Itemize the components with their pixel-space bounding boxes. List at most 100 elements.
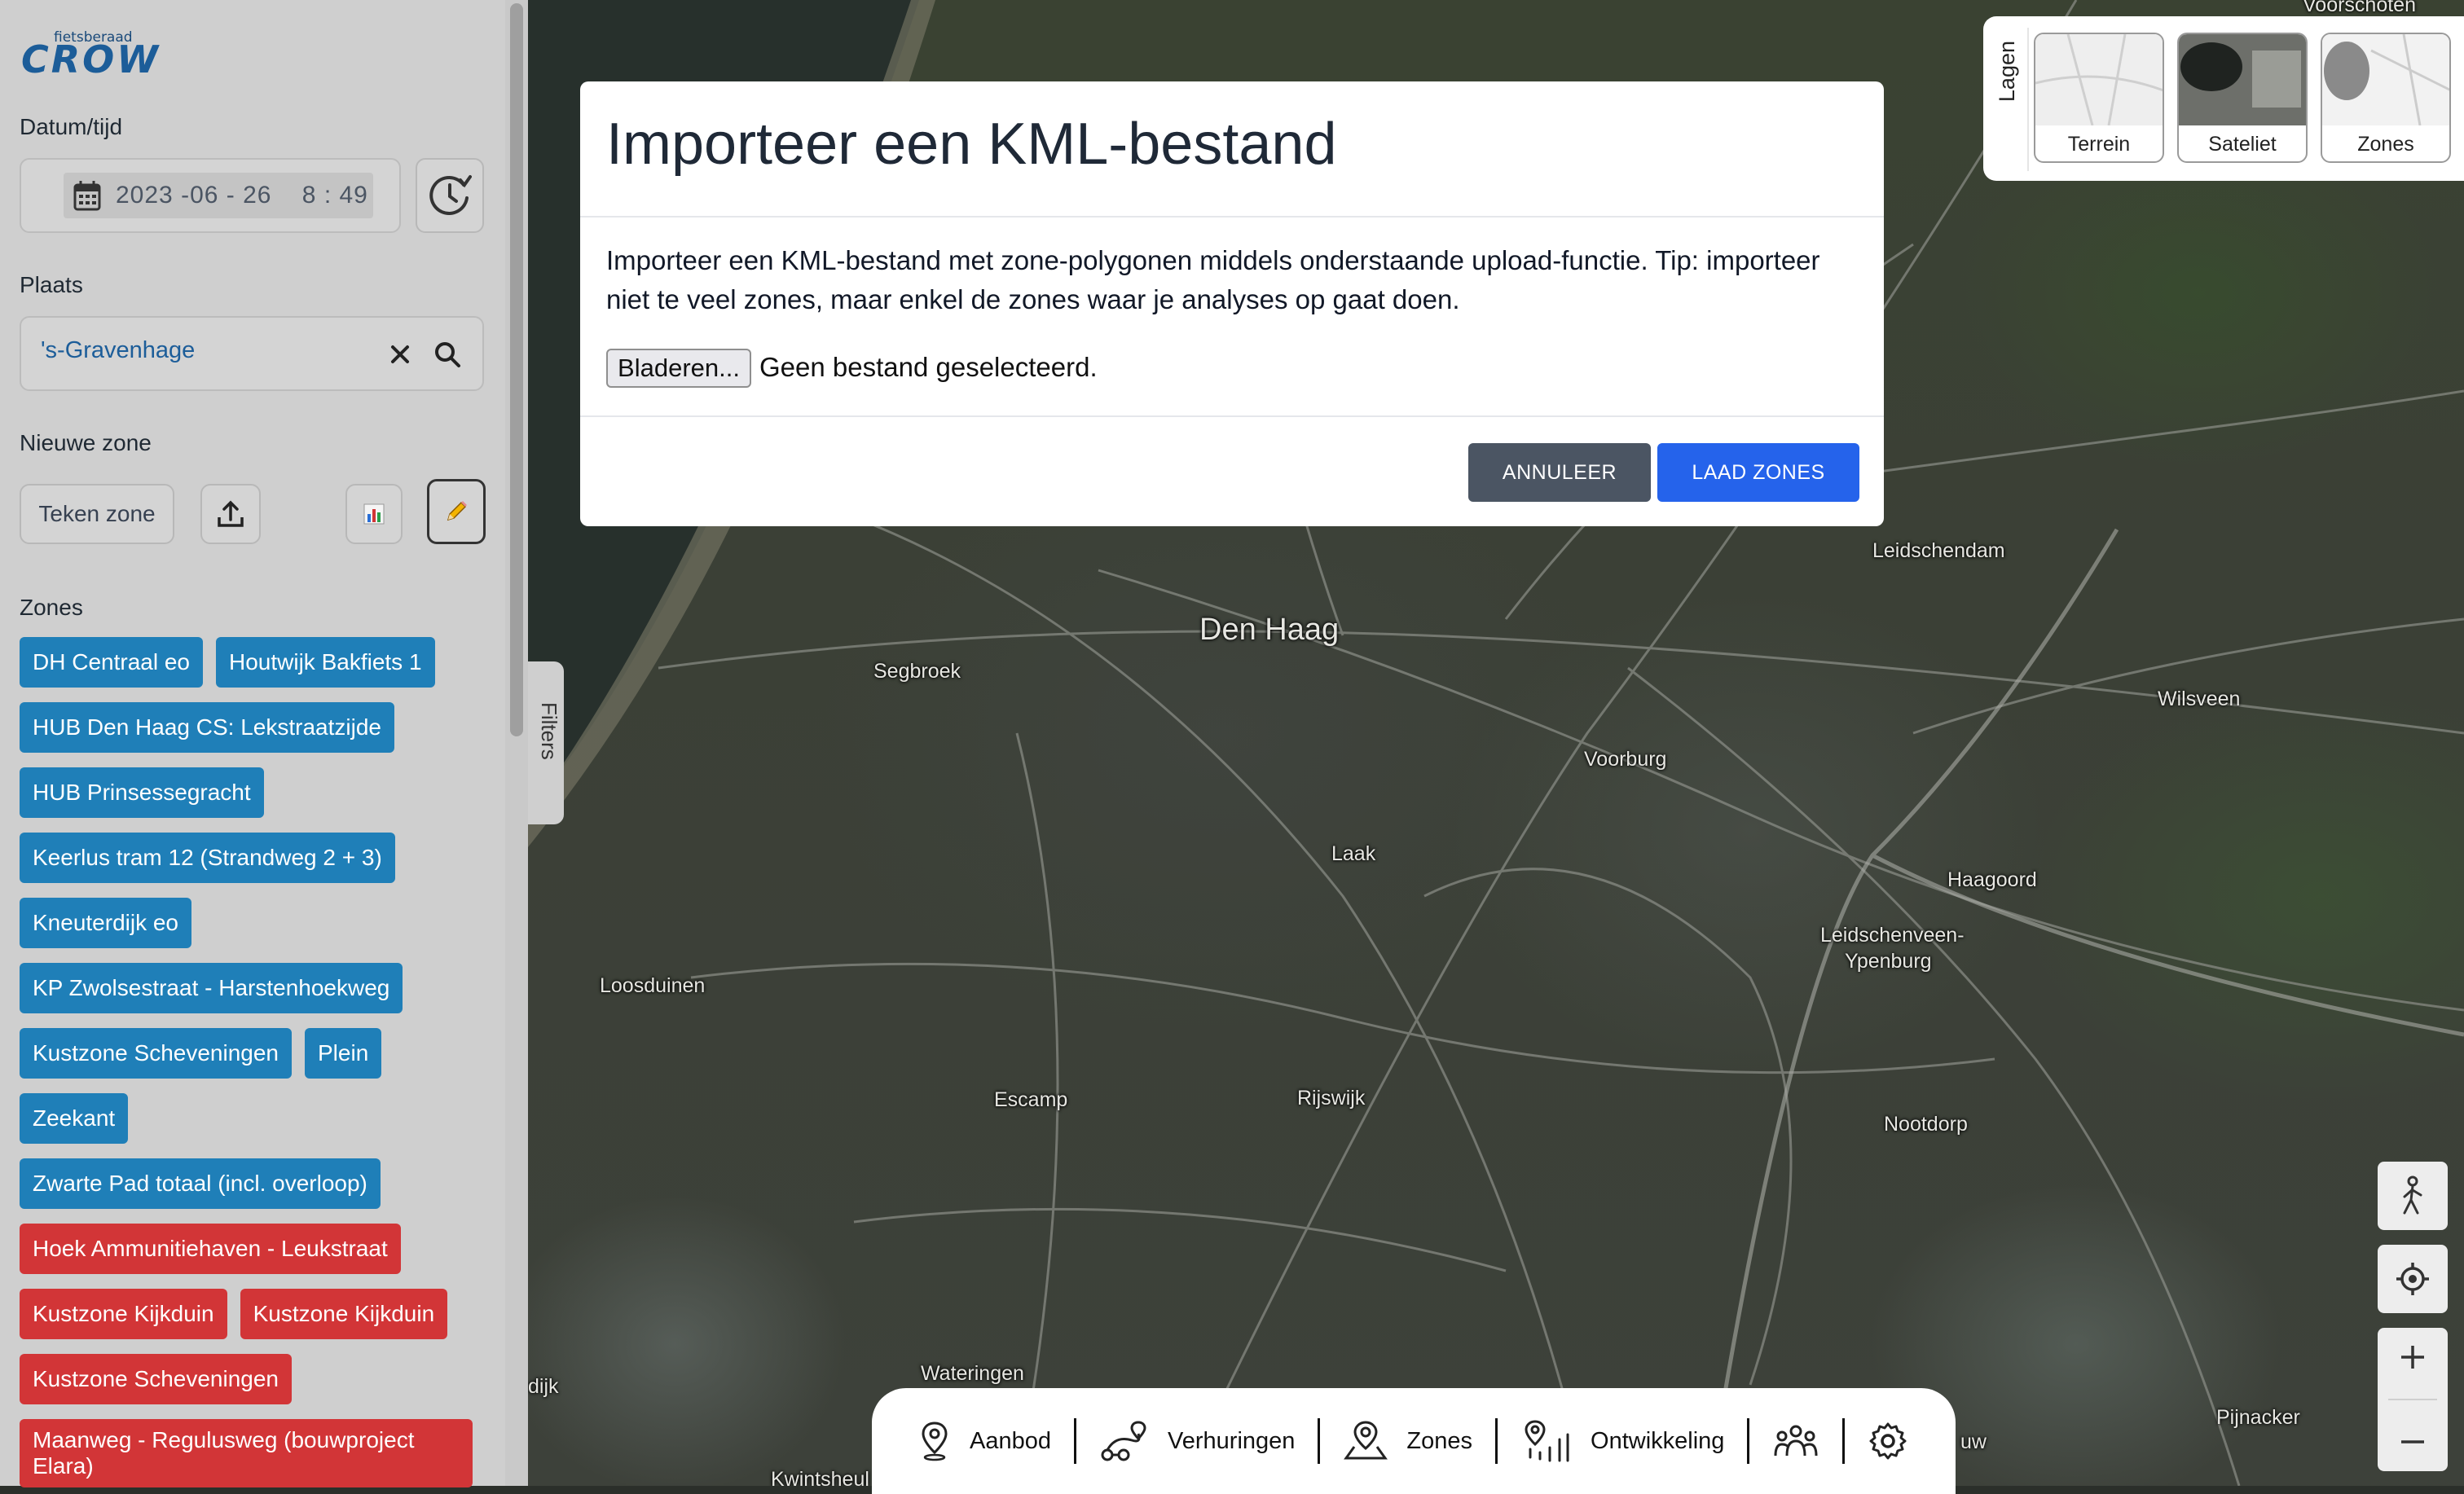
divider [2027, 28, 2029, 171]
nav-verhuringen[interactable]: Verhuringen [1099, 1413, 1295, 1470]
map-label: Wilsveen [2158, 688, 2241, 710]
zone-chip[interactable]: Kustzone Scheveningen [20, 1354, 292, 1404]
layer-label: Sateliet [2208, 133, 2277, 156]
map-label: Rijswijk [1297, 1087, 1366, 1110]
nav-users[interactable] [1772, 1413, 1819, 1470]
divider [1495, 1418, 1498, 1464]
filters-label: Filters [537, 702, 561, 760]
clear-icon[interactable] [389, 344, 411, 365]
map-label: Voorburg [1584, 748, 1667, 771]
zone-chip[interactable]: DH Centraal eo [20, 637, 203, 688]
chart-button[interactable] [345, 484, 403, 544]
edit-button[interactable] [427, 479, 486, 544]
nav-label: Verhuringen [1168, 1427, 1296, 1454]
map-label: Ypenburg [1845, 950, 1932, 973]
street-view-button[interactable] [2378, 1162, 2448, 1230]
locate-button[interactable] [2378, 1245, 2448, 1313]
map-label: Segbroek [873, 660, 961, 683]
map-label: Leidschendam [1872, 539, 2005, 562]
zones-thumbnail [2322, 34, 2449, 125]
calendar-icon [73, 181, 101, 211]
zone-chip[interactable]: Kneuterdijk eo [20, 898, 192, 948]
zone-chip[interactable]: Zeekant [20, 1093, 129, 1144]
layer-terrain[interactable]: Terrein [2034, 33, 2164, 163]
zone-chip[interactable]: Kustzone Kijkduin [240, 1289, 448, 1339]
zone-chip[interactable]: Plein [305, 1028, 382, 1079]
time-reset-button[interactable] [416, 158, 484, 233]
zone-chip[interactable]: Hoek Ammunitiehaven - Leukstraat [20, 1224, 401, 1274]
terrain-thumbnail [2035, 34, 2163, 125]
map-label: Laak [1331, 842, 1376, 865]
zones-label: Zones [20, 595, 83, 620]
users-icon [1774, 1425, 1818, 1457]
map-label: dijk [528, 1375, 559, 1398]
divider [580, 216, 1884, 218]
new-zone-label: Nieuwe zone [20, 430, 152, 455]
cancel-button[interactable]: ANNULEER [1468, 443, 1651, 502]
upload-button[interactable] [200, 484, 261, 544]
logo-text: CROW [21, 37, 161, 81]
scrollbar[interactable] [505, 0, 528, 1486]
layer-label: Zones [2357, 133, 2414, 156]
zoom-control [2378, 1328, 2448, 1471]
map-label: Wateringen [921, 1362, 1024, 1385]
scrollbar-thumb[interactable] [510, 3, 523, 736]
layer-zones[interactable]: Zones [2321, 33, 2451, 163]
zone-chip[interactable]: HUB Den Haag CS: Lekstraatzijde [20, 702, 394, 753]
locate-icon [2396, 1263, 2429, 1295]
zoom-out-icon[interactable] [2396, 1426, 2429, 1458]
datetime-field[interactable]: 2023 -06 - 26 8 : 49 [20, 158, 401, 233]
zone-chip[interactable]: Kustzone Scheveningen [20, 1028, 292, 1079]
development-chart-icon [1525, 1420, 1569, 1462]
layers-label: Lagen [1995, 41, 2019, 103]
satellite-thumbnail [2179, 34, 2306, 125]
divider [580, 415, 1884, 417]
nav-label: Ontwikkeling [1591, 1427, 1725, 1454]
clock-check-icon [429, 175, 472, 215]
datetime-input[interactable]: 2023 -06 - 26 8 : 49 [64, 173, 373, 218]
bar-chart-icon [363, 503, 385, 525]
layer-satellite[interactable]: Sateliet [2177, 33, 2308, 163]
place-field[interactable]: 's-Gravenhage [20, 316, 484, 391]
map-label: Pijnacker [2216, 1406, 2300, 1429]
filters-tab[interactable]: Filters [528, 661, 564, 824]
zone-chip[interactable]: Zwarte Pad totaal (incl. overloop) [20, 1158, 381, 1209]
map-label: Haagoord [1947, 868, 2037, 891]
nav-aanbod[interactable]: Aanbod [917, 1413, 1051, 1470]
divider [2388, 1398, 2437, 1400]
map-label: Leidschenveen- [1820, 924, 1965, 947]
zone-chip[interactable]: KP Zwolsestraat - Harstenhoekweg [20, 963, 403, 1013]
zone-chip[interactable]: Kustzone Kijkduin [20, 1289, 227, 1339]
datetime-value: 2023 -06 - 26 8 : 49 [116, 182, 368, 209]
zoom-in-icon[interactable] [2396, 1341, 2429, 1373]
pegman-icon [2403, 1175, 2422, 1215]
search-icon[interactable] [433, 341, 461, 368]
gear-icon [1869, 1422, 1907, 1460]
dialog-body: Importeer een KML-bestand met zone-polyg… [606, 245, 1820, 314]
load-zones-button[interactable]: LAAD ZONES [1657, 443, 1859, 502]
zone-chip[interactable]: Houtwijk Bakfiets 1 [215, 637, 435, 688]
map-label: Escamp [994, 1088, 1068, 1111]
map-label: uw [1960, 1430, 1987, 1453]
location-pin-icon [922, 1421, 948, 1461]
zone-chip[interactable]: HUB Prinsessegracht [20, 767, 264, 818]
zone-chip[interactable]: Keerlus tram 12 (Strandweg 2 + 3) [20, 833, 395, 883]
map-label: Den Haag [1199, 613, 1340, 647]
place-value: 's-Gravenhage [41, 337, 196, 363]
browse-file-button[interactable]: Bladeren... [606, 349, 751, 388]
map-label: Nootdorp [1884, 1113, 1968, 1136]
nav-label: Zones [1406, 1427, 1473, 1454]
nav-settings[interactable] [1868, 1413, 1908, 1470]
divider [1074, 1418, 1076, 1464]
draw-zone-button[interactable]: Teken zone [20, 484, 174, 544]
map-label: Voorschoten [2303, 0, 2416, 16]
divider [1318, 1418, 1321, 1464]
nav-zones[interactable]: Zones [1343, 1413, 1472, 1470]
nav-ontwikkeling[interactable]: Ontwikkeling [1520, 1413, 1724, 1470]
sidebar: fietsberaad CROW Datum/tijd 2023 -06 - 2… [0, 0, 528, 1487]
nav-label: Aanbod [970, 1427, 1051, 1454]
place-label: Plaats [20, 272, 83, 297]
zone-chip[interactable]: Maanweg - Regulusweg (bouwproject Elara) [20, 1419, 473, 1487]
layers-panel: Lagen Terrein Sateliet Zones [1983, 16, 2464, 181]
datetime-label: Datum/tijd [20, 114, 123, 139]
